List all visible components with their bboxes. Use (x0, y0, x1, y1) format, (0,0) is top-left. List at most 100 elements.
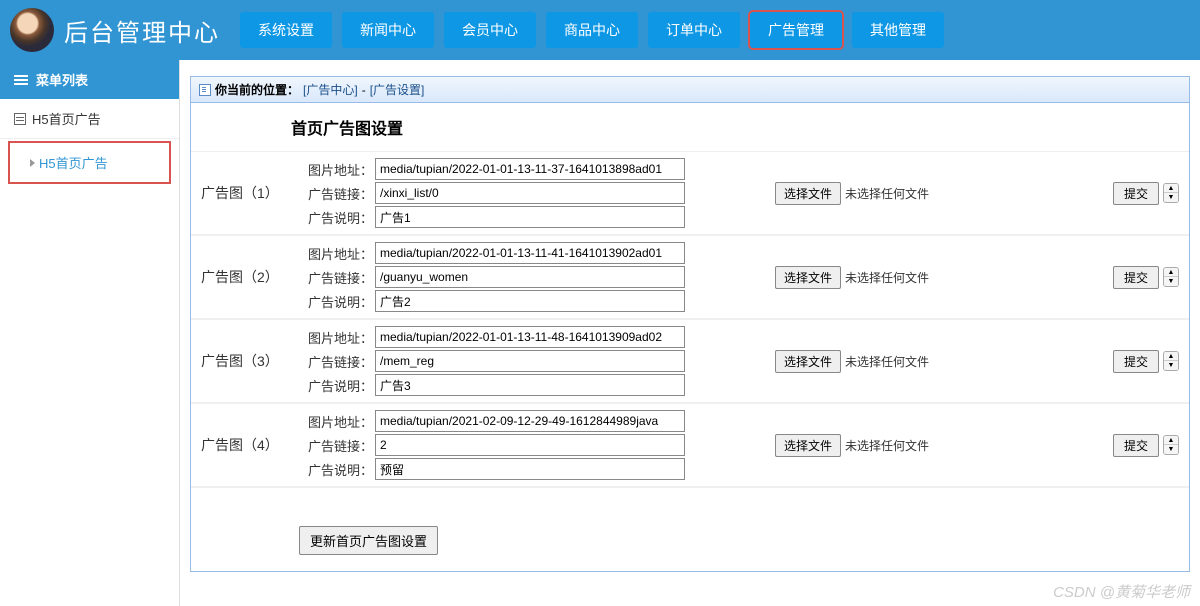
submit-button[interactable]: 提交 (1113, 434, 1159, 457)
submit-col: 提交▲▼ (1113, 350, 1179, 373)
menu-icon (14, 75, 28, 85)
breadcrumb-path2[interactable]: [广告设置] (370, 81, 425, 98)
ad-row: 广告图（3）图片地址：广告链接：广告说明：选择文件未选择任何文件提交▲▼ (191, 318, 1189, 402)
image-addr-input[interactable] (375, 410, 685, 432)
ad-row-title: 广告图（3） (195, 351, 295, 371)
ad-desc-input[interactable] (375, 206, 685, 228)
ad-row: 广告图（2）图片地址：广告链接：广告说明：选择文件未选择任何文件提交▲▼ (191, 234, 1189, 318)
file-picker: 选择文件未选择任何文件 (775, 266, 929, 289)
image-addr-label: 图片地址： (295, 160, 373, 179)
panel: 你当前的位置： [广告中心] - [广告设置] 首页广告图设置 广告图（1）图片… (190, 76, 1190, 572)
number-stepper[interactable]: ▲▼ (1163, 351, 1179, 371)
ad-fields: 图片地址： 广告链接： 广告说明： (295, 410, 685, 480)
nav-item-5[interactable]: 广告管理 (750, 12, 842, 48)
nav-item-3[interactable]: 商品中心 (546, 12, 638, 48)
choose-file-button[interactable]: 选择文件 (775, 434, 841, 457)
ad-desc-label: 广告说明： (295, 376, 373, 395)
submit-button[interactable]: 提交 (1113, 350, 1159, 373)
top-nav: 系统设置新闻中心会员中心商品中心订单中心广告管理其他管理 (240, 12, 944, 48)
stepper-up-icon[interactable]: ▲ (1164, 184, 1178, 193)
number-stepper[interactable]: ▲▼ (1163, 267, 1179, 287)
no-file-text: 未选择任何文件 (845, 353, 929, 370)
nav-item-6[interactable]: 其他管理 (852, 12, 944, 48)
choose-file-button[interactable]: 选择文件 (775, 266, 841, 289)
ad-link-label: 广告链接： (295, 436, 373, 455)
submit-col: 提交▲▼ (1113, 182, 1179, 205)
sidebar-category[interactable]: H5首页广告 (0, 99, 179, 139)
image-addr-input[interactable] (375, 326, 685, 348)
no-file-text: 未选择任何文件 (845, 437, 929, 454)
footer-bar (191, 486, 1189, 510)
number-stepper[interactable]: ▲▼ (1163, 183, 1179, 203)
ad-row: 广告图（1）图片地址：广告链接：广告说明：选择文件未选择任何文件提交▲▼ (191, 151, 1189, 234)
ad-link-input[interactable] (375, 434, 685, 456)
breadcrumb: 你当前的位置： [广告中心] - [广告设置] (191, 77, 1189, 103)
nav-item-0[interactable]: 系统设置 (240, 12, 332, 48)
stepper-down-icon[interactable]: ▼ (1164, 445, 1178, 454)
section-title: 首页广告图设置 (191, 103, 1189, 151)
ad-fields: 图片地址： 广告链接： 广告说明： (295, 158, 685, 228)
sidebar: 菜单列表 H5首页广告 H5首页广告 (0, 60, 180, 606)
ad-row: 广告图（4）图片地址：广告链接：广告说明：选择文件未选择任何文件提交▲▼ (191, 402, 1189, 486)
sidebar-category-label: H5首页广告 (32, 109, 101, 128)
ad-fields: 图片地址： 广告链接： 广告说明： (295, 242, 685, 312)
ad-row-title: 广告图（1） (195, 183, 295, 203)
stepper-down-icon[interactable]: ▼ (1164, 361, 1178, 370)
no-file-text: 未选择任何文件 (845, 269, 929, 286)
stepper-up-icon[interactable]: ▲ (1164, 268, 1178, 277)
content: 首页广告图设置 广告图（1）图片地址：广告链接：广告说明：选择文件未选择任何文件… (191, 103, 1189, 571)
number-stepper[interactable]: ▲▼ (1163, 435, 1179, 455)
ad-desc-input[interactable] (375, 458, 685, 480)
sidebar-link-label: H5首页广告 (39, 153, 108, 172)
nav-item-2[interactable]: 会员中心 (444, 12, 536, 48)
file-picker: 选择文件未选择任何文件 (775, 434, 929, 457)
sidebar-link-h5-home-ad[interactable]: H5首页广告 (8, 141, 171, 184)
edit-icon (14, 113, 26, 125)
ad-link-input[interactable] (375, 266, 685, 288)
update-settings-button[interactable]: 更新首页广告图设置 (299, 526, 438, 555)
nav-item-4[interactable]: 订单中心 (648, 12, 740, 48)
site-title: 后台管理中心 (64, 13, 220, 48)
main: 你当前的位置： [广告中心] - [广告设置] 首页广告图设置 广告图（1）图片… (180, 60, 1200, 606)
ad-desc-input[interactable] (375, 374, 685, 396)
image-addr-input[interactable] (375, 242, 685, 264)
choose-file-button[interactable]: 选择文件 (775, 182, 841, 205)
ad-link-input[interactable] (375, 350, 685, 372)
submit-button[interactable]: 提交 (1113, 266, 1159, 289)
ad-desc-label: 广告说明： (295, 208, 373, 227)
image-addr-label: 图片地址： (295, 244, 373, 263)
caret-right-icon (30, 159, 35, 167)
sidebar-menu-title: 菜单列表 (36, 70, 88, 89)
ad-desc-label: 广告说明： (295, 292, 373, 311)
submit-col: 提交▲▼ (1113, 266, 1179, 289)
header: 后台管理中心 系统设置新闻中心会员中心商品中心订单中心广告管理其他管理 (0, 0, 1200, 60)
submit-col: 提交▲▼ (1113, 434, 1179, 457)
logo: 后台管理中心 (10, 8, 220, 52)
choose-file-button[interactable]: 选择文件 (775, 350, 841, 373)
image-addr-input[interactable] (375, 158, 685, 180)
ad-link-label: 广告链接： (295, 268, 373, 287)
stepper-up-icon[interactable]: ▲ (1164, 436, 1178, 445)
image-addr-label: 图片地址： (295, 328, 373, 347)
sidebar-menu-header: 菜单列表 (0, 60, 179, 99)
page-icon (199, 84, 211, 96)
file-picker: 选择文件未选择任何文件 (775, 350, 929, 373)
ad-link-label: 广告链接： (295, 184, 373, 203)
nav-item-1[interactable]: 新闻中心 (342, 12, 434, 48)
submit-button[interactable]: 提交 (1113, 182, 1159, 205)
stepper-down-icon[interactable]: ▼ (1164, 277, 1178, 286)
image-addr-label: 图片地址： (295, 412, 373, 431)
stepper-up-icon[interactable]: ▲ (1164, 352, 1178, 361)
ad-desc-input[interactable] (375, 290, 685, 312)
breadcrumb-sep: - (362, 83, 366, 97)
file-picker: 选择文件未选择任何文件 (775, 182, 929, 205)
breadcrumb-prefix: 你当前的位置： (215, 81, 299, 98)
breadcrumb-path1[interactable]: [广告中心] (303, 81, 358, 98)
ad-desc-label: 广告说明： (295, 460, 373, 479)
stepper-down-icon[interactable]: ▼ (1164, 193, 1178, 202)
ad-row-title: 广告图（4） (195, 435, 295, 455)
avatar (10, 8, 54, 52)
ad-link-input[interactable] (375, 182, 685, 204)
no-file-text: 未选择任何文件 (845, 185, 929, 202)
ad-link-label: 广告链接： (295, 352, 373, 371)
